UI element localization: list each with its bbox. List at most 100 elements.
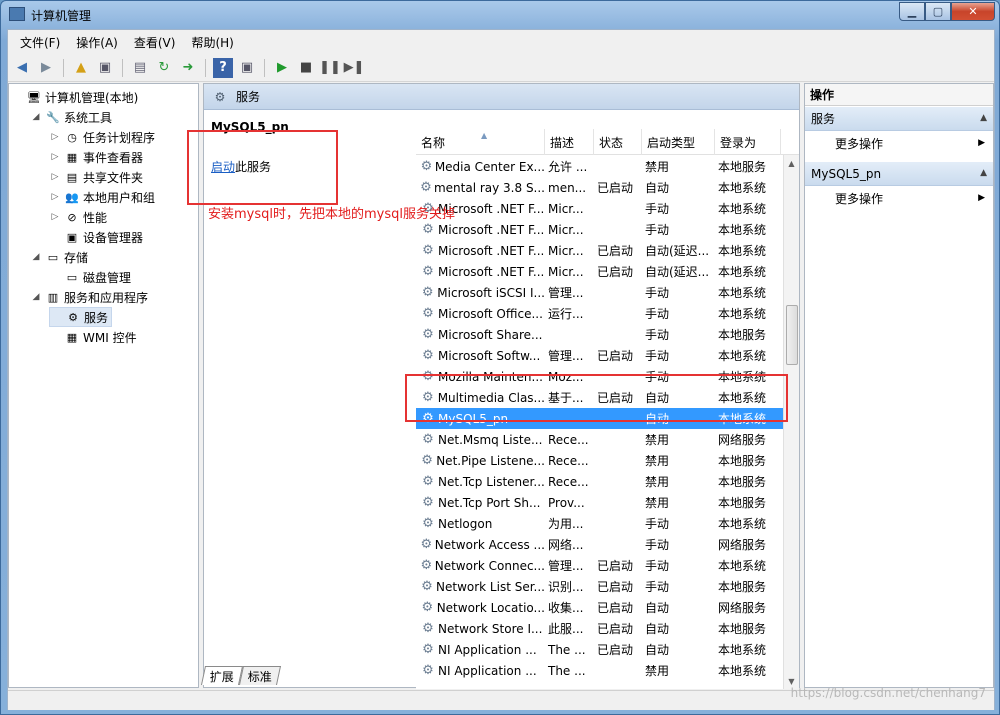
list-header: 名称 ▲ 描述 状态 启动类型 登录为 (416, 129, 799, 155)
service-row[interactable]: ⚙ Microsoft .NET F... Micr... 已启动 自动(延迟... 本地… (416, 261, 786, 282)
refresh-icon[interactable]: ↻ (154, 58, 174, 78)
tree-item[interactable]: ▷ ▦ 事件查看器 (49, 147, 146, 167)
scrollbar-thumb[interactable] (786, 305, 798, 365)
column-status[interactable]: 状态 (594, 129, 642, 155)
service-name-cell: ⚙ Microsoft Share... (416, 327, 545, 343)
scroll-up-arrow-icon[interactable]: ▲ (784, 155, 799, 171)
toolbar-separator (264, 58, 265, 77)
service-row[interactable]: ⚙ Microsoft Softw... 管理... 已启动 手动 本地系统 (416, 345, 786, 366)
more-actions-services[interactable]: 更多操作 ▶ (805, 132, 993, 154)
service-row[interactable]: ⚙ NI Application ... The ... 已启动 自动 本地系统 (416, 639, 786, 660)
collapse-icon[interactable]: ▲ (980, 168, 987, 178)
column-log-on-as[interactable]: 登录为 (715, 129, 781, 155)
tree-item[interactable]: ▷ 👥 本地用户和组 (49, 187, 158, 207)
collapse-arrow-icon[interactable]: ◢ (30, 292, 42, 302)
service-row[interactable]: ⚙ Microsoft iSCSI I... 管理... 手动 本地系统 (416, 282, 786, 303)
help-icon[interactable]: ? (213, 57, 233, 78)
expand-arrow-icon[interactable]: ▷ (49, 192, 61, 202)
service-startup-type: 手动 (645, 223, 670, 237)
service-row[interactable]: ⚙ Microsoft .NET F... Micr... 手动 本地系统 (416, 198, 786, 219)
tab-standard[interactable]: 标准 (238, 666, 282, 685)
up-folder-icon[interactable]: ▲ (71, 58, 91, 78)
tree-item[interactable]: ▷ ⊘ 性能 (49, 207, 110, 227)
expand-arrow-icon[interactable]: ▷ (49, 172, 61, 182)
properties-icon[interactable]: ▤ (130, 58, 150, 78)
show-action-pane-icon[interactable]: ▣ (237, 58, 257, 78)
service-row[interactable]: ⚙ Microsoft Office... 运行... 手动 本地系统 (416, 303, 786, 324)
back-icon[interactable]: ◀ (12, 58, 32, 78)
restart-service-icon[interactable]: ▶❚ (344, 58, 365, 78)
service-row[interactable]: ⚙ Microsoft Share... 手动 本地服务 (416, 324, 786, 345)
pause-service-icon[interactable]: ❚❚ (319, 58, 341, 78)
service-row[interactable]: ⚙ Net.Msmq Liste... Rece... 禁用 网络服务 (416, 429, 786, 450)
column-name[interactable]: 名称 ▲ (416, 129, 545, 155)
service-name-cell: ⚙ Microsoft Office... (416, 306, 545, 322)
expand-arrow-icon[interactable]: ▷ (49, 132, 61, 142)
service-row[interactable]: ⚙ mental ray 3.8 S... men... 已启动 自动 本地系统 (416, 177, 786, 198)
actions-section-services[interactable]: 服务 ▲ (805, 107, 993, 131)
tree-item[interactable]: ◢ ▭ 存储 (30, 247, 91, 267)
tree-item[interactable]: ▦ WMI 控件 (49, 327, 140, 347)
service-row[interactable]: ⚙ Network Store I... 此服... 已启动 自动 本地服务 (416, 618, 786, 639)
submenu-arrow-icon: ▶ (978, 193, 985, 203)
tree-item[interactable]: ⚙ 服务 (49, 307, 113, 327)
tree-item[interactable]: ▭ 磁盘管理 (49, 267, 134, 287)
expand-arrow-icon[interactable]: ▷ (49, 212, 61, 222)
service-startup-type: 禁用 (645, 160, 670, 174)
close-button[interactable]: ✕ (951, 2, 995, 21)
menu-file[interactable]: 文件(F) (12, 34, 68, 51)
service-log-on-as: 本地服务 (718, 475, 767, 489)
tree-item[interactable]: ▷ ▤ 共享文件夹 (49, 167, 146, 187)
export-list-icon[interactable]: ➜ (178, 58, 198, 78)
column-description[interactable]: 描述 (545, 129, 594, 155)
show-hide-tree-icon[interactable]: ▣ (95, 58, 115, 78)
more-actions-mysql[interactable]: 更多操作 ▶ (805, 187, 993, 209)
service-name-cell: ⚙ Mozilla Mainten... (416, 369, 545, 385)
service-row[interactable]: ⚙ MySQL5_pn 自动 本地系统 (416, 408, 786, 429)
tab-extended[interactable]: 扩展 (200, 666, 244, 685)
tree-item[interactable]: ◢ ▥ 服务和应用程序 (30, 287, 151, 307)
service-row[interactable]: ⚙ Net.Tcp Listener... Rece... 禁用 本地服务 (416, 471, 786, 492)
service-row[interactable]: ⚙ Netlogon 为用... 手动 本地系统 (416, 513, 786, 534)
service-row[interactable]: ⚙ Network Connec... 管理... 已启动 手动 本地系统 (416, 555, 786, 576)
collapse-arrow-icon[interactable]: ◢ (30, 112, 42, 122)
start-service-link[interactable]: 启动 (211, 160, 235, 174)
service-row[interactable]: ⚙ Net.Tcp Port Sh... Prov... 禁用 本地服务 (416, 492, 786, 513)
tree-item[interactable]: ▷ ◷ 任务计划程序 (49, 127, 158, 147)
service-startup-type: 禁用 (645, 496, 670, 510)
maximize-button[interactable]: ▢ (925, 2, 951, 21)
service-row[interactable]: ⚙ Net.Pipe Listene... Rece... 禁用 本地服务 (416, 450, 786, 471)
menu-view[interactable]: 查看(V) (126, 34, 184, 51)
service-log-on-as: 本地系统 (718, 517, 767, 531)
service-startup-type: 手动 (645, 559, 670, 573)
service-row[interactable]: ⚙ NI Application ... The ... 禁用 本地系统 (416, 660, 786, 681)
title-bar[interactable]: 计算机管理 ▁ ▢ ✕ (1, 1, 1000, 29)
minimize-button[interactable]: ▁ (899, 2, 925, 21)
service-log-on-as: 本地系统 (718, 181, 767, 195)
service-row[interactable]: ⚙ Network Locatio... 收集... 已启动 自动 网络服务 (416, 597, 786, 618)
service-row[interactable]: ⚙ Multimedia Clas... 基于... 已启动 自动 本地系统 (416, 387, 786, 408)
collapse-arrow-icon[interactable]: ◢ (30, 252, 42, 262)
expand-arrow-icon[interactable]: ▷ (49, 152, 61, 162)
menu-action[interactable]: 操作(A) (68, 34, 126, 51)
service-row[interactable]: ⚙ Media Center Ex... 允许 ... 禁用 本地服务 (416, 156, 786, 177)
service-row[interactable]: ⚙ Network List Ser... 识别... 已启动 手动 本地服务 (416, 576, 786, 597)
service-row[interactable]: ⚙ Mozilla Mainten... Moz... 手动 本地系统 (416, 366, 786, 387)
forward-icon[interactable]: ▶ (36, 58, 56, 78)
vertical-scrollbar[interactable]: ▲ ▼ (783, 155, 799, 689)
menu-help[interactable]: 帮助(H) (183, 34, 241, 51)
service-description: 此服... (548, 622, 584, 636)
actions-section-mysql[interactable]: MySQL5_pn ▲ (805, 162, 993, 186)
collapse-icon[interactable]: ▲ (980, 113, 987, 123)
tree-item[interactable]: 🖥 计算机管理(本地) (11, 87, 141, 107)
tree-item[interactable]: ▣ 设备管理器 (49, 227, 146, 247)
stop-service-icon[interactable]: ■ (296, 58, 316, 78)
service-row[interactable]: ⚙ Microsoft .NET F... Micr... 手动 本地系统 (416, 219, 786, 240)
start-service-icon[interactable]: ▶ (272, 58, 292, 78)
column-startup-type[interactable]: 启动类型 (642, 129, 715, 155)
service-row[interactable]: ⚙ Microsoft .NET F... Micr... 已启动 自动(延迟... 本地… (416, 240, 786, 261)
service-name: Network Connec... (434, 558, 545, 573)
service-row[interactable]: ⚙ Network Access ... 网络... 手动 网络服务 (416, 534, 786, 555)
service-startup-type: 自动 (645, 412, 670, 426)
tree-item[interactable]: ◢ 🔧 系统工具 (30, 107, 115, 127)
